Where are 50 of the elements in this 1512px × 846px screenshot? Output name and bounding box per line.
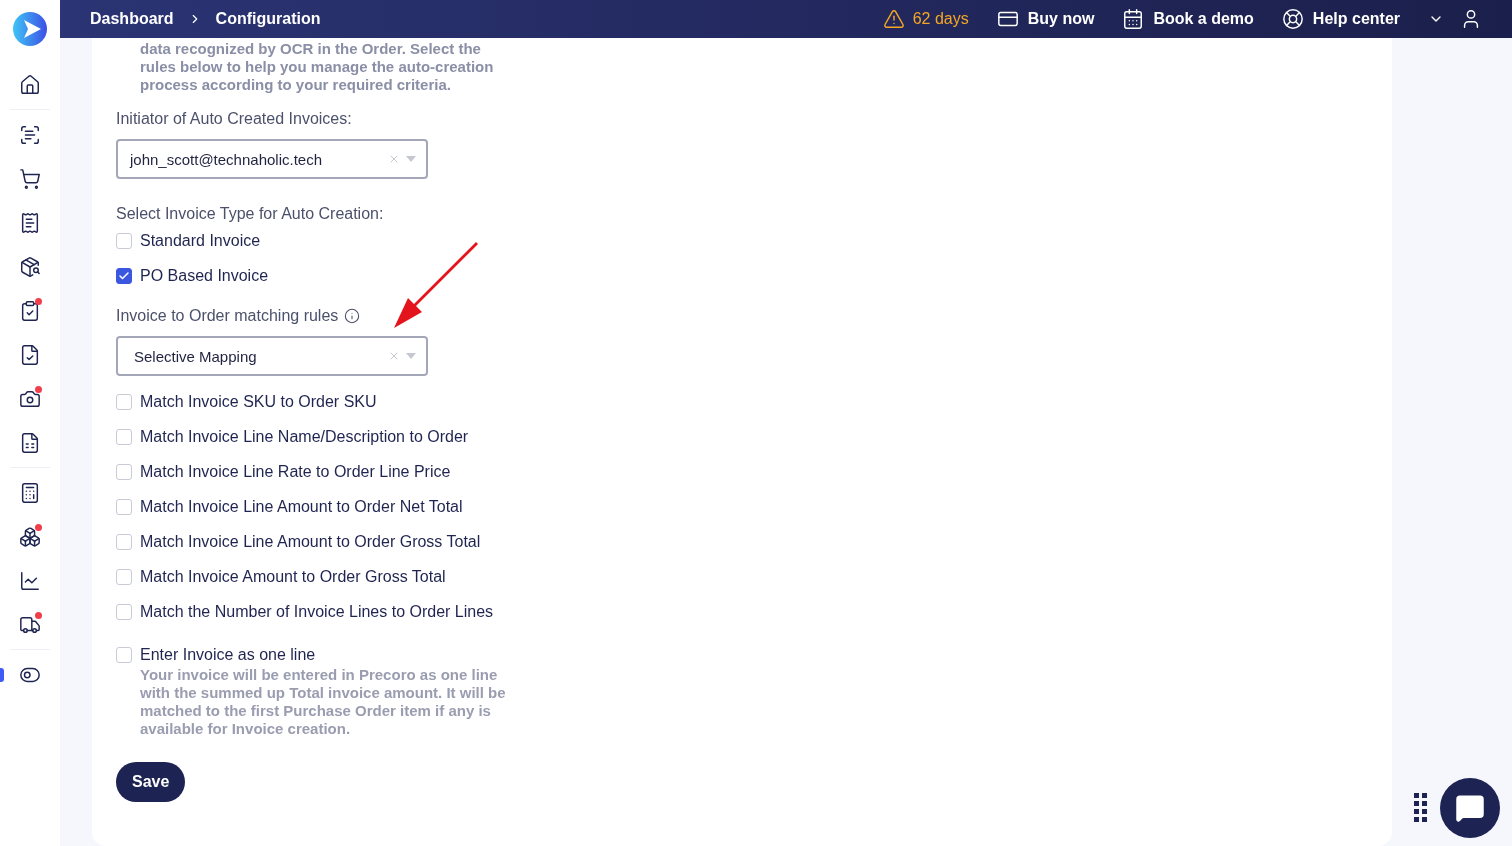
- spreadsheet-icon: [19, 432, 41, 454]
- grip-icon[interactable]: [1414, 792, 1428, 824]
- lifebuoy-icon: [1281, 8, 1304, 30]
- calendar-icon: [1122, 8, 1145, 30]
- warning-icon: [882, 8, 905, 30]
- logo-icon[interactable]: [13, 12, 47, 46]
- help-text: Your invoice will be entered in Precoro as one line with the summed up Total invoice amount. It will be matched to the first Purchase Order item if any is available for Invoice creation.: [140, 666, 507, 738]
- checkmark-icon: [118, 269, 130, 282]
- info-icon: [344, 308, 361, 324]
- matching-rule-option[interactable]: Match the Number of Invoice Lines to Order Lines: [116, 594, 1368, 629]
- field-label: Invoice to Order matching rules: [116, 307, 1368, 325]
- chat-icon: [1455, 793, 1485, 823]
- matching-rule-option[interactable]: Match Invoice Line Amount to Order Gross Total: [116, 524, 1368, 559]
- field-label: Select Invoice Type for Auto Creation:: [116, 205, 385, 223]
- chat-button[interactable]: [1440, 778, 1500, 838]
- matching-select[interactable]: Selective Mapping: [116, 336, 428, 376]
- chart-line-icon: [19, 570, 41, 592]
- save-button[interactable]: Save: [116, 762, 186, 802]
- trial-days: 62 days: [882, 8, 969, 30]
- description-text: data recognized by OCR in the Order. Select the rules below to help you manage the auto-creation process according to your required criteria.: [140, 40, 495, 94]
- cart-icon: [19, 168, 41, 190]
- top-bar-link[interactable]: Buy now: [996, 8, 1095, 30]
- breadcrumb-link[interactable]: Dashboard: [90, 10, 174, 28]
- boxes-icon: [19, 526, 41, 548]
- breadcrumb-link[interactable]: Configuration: [215, 10, 321, 28]
- invoice-type-option[interactable]: PO Based Invoice: [116, 258, 1368, 293]
- calculator-icon: [19, 482, 41, 504]
- clipboard-check-icon: [19, 300, 41, 322]
- scan-icon: [19, 124, 41, 146]
- camera-icon: [19, 388, 41, 410]
- dropdown-caret-icon: [406, 353, 416, 359]
- initiator-select[interactable]: john_scott@technaholic.tech: [116, 139, 428, 179]
- truck-icon: [19, 614, 41, 636]
- clear-icon: [388, 350, 400, 362]
- matching-rule-option[interactable]: Match Invoice Line Amount to Order Net Total: [116, 489, 1368, 524]
- field-label: Initiator of Auto Created Invoices:: [116, 110, 353, 128]
- top-bar-link[interactable]: Help center: [1281, 8, 1400, 30]
- matching-rule-option[interactable]: Match Invoice Amount to Order Gross Total: [116, 559, 1368, 594]
- clear-icon: [388, 153, 400, 165]
- dropdown-caret-icon: [406, 156, 416, 162]
- matching-rule-option[interactable]: Match Invoice Line Name/Description to Order: [116, 419, 1368, 454]
- invoice-type-option[interactable]: Standard Invoice: [116, 223, 1368, 258]
- matching-rule-option[interactable]: Match Invoice Line Rate to Order Line Price: [116, 454, 1368, 489]
- package-search-icon: [19, 256, 41, 278]
- home-icon: [19, 74, 41, 96]
- top-bar-link[interactable]: Book a demo: [1122, 8, 1254, 30]
- file-check-icon: [19, 344, 41, 366]
- checkbox[interactable]: [116, 267, 132, 284]
- matching-rule-option[interactable]: Match Invoice SKU to Order SKU: [116, 384, 1368, 419]
- receipt-icon: [19, 212, 41, 234]
